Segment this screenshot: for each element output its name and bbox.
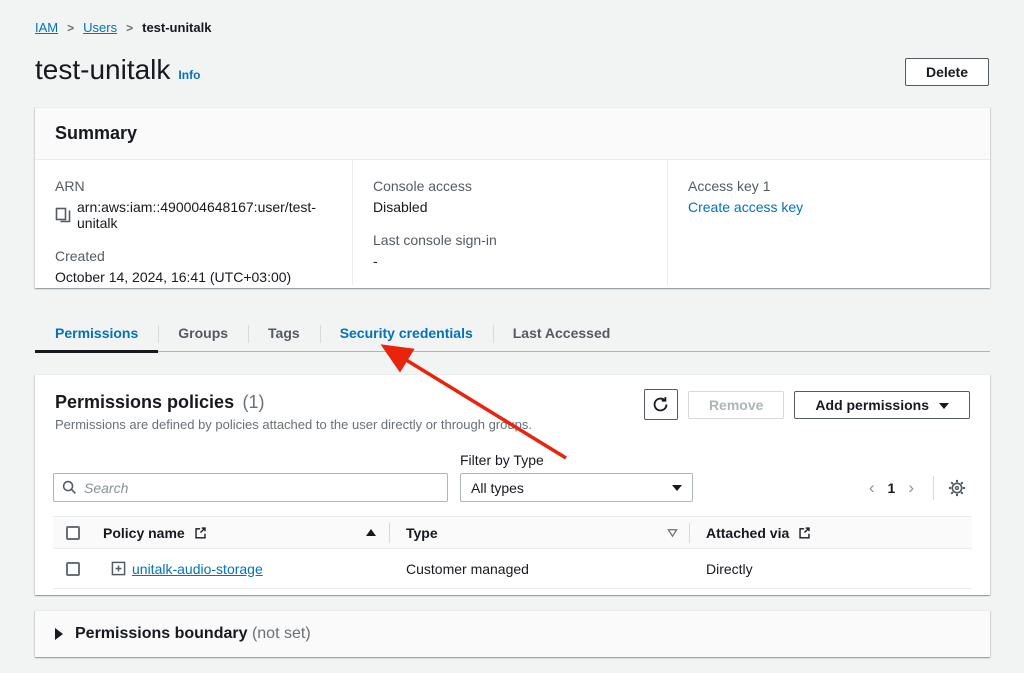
column-divider xyxy=(689,523,690,543)
row-policy-cell: unitalk-audio-storage xyxy=(93,561,390,577)
pagination-divider xyxy=(933,476,934,500)
last-signin-value: - xyxy=(373,253,647,269)
policies-count: (1) xyxy=(243,392,265,412)
summary-column-2: Console access Disabled Last console sig… xyxy=(352,160,667,285)
boundary-status: (not set) xyxy=(252,625,311,642)
remove-button[interactable]: Remove xyxy=(688,391,784,419)
chevron-right-icon[interactable]: › xyxy=(899,478,923,498)
policies-table: Policy name Type Attached via xyxy=(53,516,972,589)
header-policy-name[interactable]: Policy name xyxy=(93,525,390,541)
tab-groups[interactable]: Groups xyxy=(158,317,248,351)
last-signin-label: Last console sign-in xyxy=(373,232,647,248)
info-link[interactable]: Info xyxy=(178,68,200,82)
gear-icon[interactable] xyxy=(944,477,970,499)
summary-card-header: Summary xyxy=(35,108,990,160)
page-header: test-unitalk Info xyxy=(35,54,200,86)
attached-via-value: Directly xyxy=(706,561,753,577)
type-filter-value: All types xyxy=(471,480,524,496)
caret-down-icon xyxy=(939,403,949,409)
summary-card: Summary ARN arn:aws:iam::490004648167:us… xyxy=(35,107,990,288)
arn-value: arn:aws:iam::490004648167:user/test-unit… xyxy=(77,199,332,231)
arn-label: ARN xyxy=(55,178,332,194)
created-field: Created October 14, 2024, 16:41 (UTC+03:… xyxy=(55,248,332,285)
console-access-value: Disabled xyxy=(373,199,647,215)
filter-by-type-label: Filter by Type xyxy=(460,452,544,468)
policy-type-value: Customer managed xyxy=(406,561,529,577)
summary-body: ARN arn:aws:iam::490004648167:user/test-… xyxy=(35,160,990,285)
policies-title: Permissions policies xyxy=(55,392,234,412)
external-link-icon xyxy=(194,526,207,539)
permissions-policies-card: Permissions policies (1) Permissions are… xyxy=(35,374,990,595)
boundary-title: Permissions boundary xyxy=(75,625,248,642)
row-checkbox[interactable] xyxy=(66,562,80,576)
policy-name-link[interactable]: unitalk-audio-storage xyxy=(132,561,263,577)
table-header-row: Policy name Type Attached via xyxy=(53,516,972,549)
breadcrumb: IAM > Users > test-unitalk xyxy=(35,20,211,35)
iam-user-detail-page: IAM > Users > test-unitalk test-unitalk … xyxy=(0,0,1024,673)
search-icon xyxy=(62,480,77,495)
type-filter-select[interactable]: All types xyxy=(460,473,693,502)
pagination: ‹ 1 › xyxy=(860,473,970,502)
summary-title: Summary xyxy=(55,123,137,143)
summary-column-3: Access key 1 Create access key xyxy=(667,160,990,285)
policies-header: Permissions policies (1) xyxy=(55,392,265,413)
delete-button[interactable]: Delete xyxy=(905,58,989,86)
breadcrumb-separator-icon: > xyxy=(67,21,74,35)
page-title: test-unitalk xyxy=(35,54,170,86)
tab-permissions[interactable]: Permissions xyxy=(35,317,158,351)
policies-actions: Remove Add permissions xyxy=(644,389,970,420)
console-access-label: Console access xyxy=(373,178,647,194)
breadcrumb-link-users[interactable]: Users xyxy=(83,20,117,35)
copy-icon[interactable] xyxy=(55,207,71,223)
created-value: October 14, 2024, 16:41 (UTC+03:00) xyxy=(55,269,332,285)
breadcrumb-current: test-unitalk xyxy=(142,20,211,35)
created-label: Created xyxy=(55,248,332,264)
arn-field: ARN arn:aws:iam::490004648167:user/test-… xyxy=(55,178,332,231)
table-row: unitalk-audio-storage Customer managed D… xyxy=(53,549,972,589)
last-signin-field: Last console sign-in - xyxy=(373,232,647,269)
console-access-field: Console access Disabled xyxy=(373,178,647,215)
permissions-boundary-card: Permissions boundary (not set) xyxy=(35,610,990,657)
permissions-boundary-expander[interactable]: Permissions boundary (not set) xyxy=(35,611,990,657)
tab-bar: Permissions Groups Tags Security credent… xyxy=(35,317,990,352)
breadcrumb-link-iam[interactable]: IAM xyxy=(35,20,58,35)
search-input[interactable] xyxy=(84,480,439,496)
refresh-icon xyxy=(652,396,669,413)
expand-triangle-icon xyxy=(55,628,63,640)
policies-description: Permissions are defined by policies atta… xyxy=(55,417,532,432)
create-access-key-link[interactable]: Create access key xyxy=(688,199,970,215)
expand-row-icon[interactable] xyxy=(111,561,126,576)
header-checkbox-cell xyxy=(53,526,93,540)
sort-ascending-icon[interactable] xyxy=(366,529,376,536)
access-key-field: Access key 1 Create access key xyxy=(688,178,970,215)
summary-column-1: ARN arn:aws:iam::490004648167:user/test-… xyxy=(35,160,352,285)
sort-indicator-icon[interactable] xyxy=(667,528,678,538)
tab-tags[interactable]: Tags xyxy=(248,317,320,351)
access-key-label: Access key 1 xyxy=(688,178,970,194)
chevron-left-icon[interactable]: ‹ xyxy=(860,478,884,498)
header-attached-via[interactable]: Attached via xyxy=(690,525,972,541)
external-link-icon xyxy=(798,526,811,539)
header-type[interactable]: Type xyxy=(390,525,690,541)
refresh-button[interactable] xyxy=(644,389,678,420)
tab-security-credentials[interactable]: Security credentials xyxy=(320,317,493,351)
add-permissions-button[interactable]: Add permissions xyxy=(794,391,970,419)
search-box xyxy=(53,473,448,502)
select-all-checkbox[interactable] xyxy=(66,526,80,540)
tab-last-accessed[interactable]: Last Accessed xyxy=(493,317,631,351)
row-checkbox-cell xyxy=(53,562,93,576)
caret-down-icon xyxy=(672,485,682,491)
breadcrumb-separator-icon: > xyxy=(126,21,133,35)
page-number[interactable]: 1 xyxy=(884,480,900,496)
